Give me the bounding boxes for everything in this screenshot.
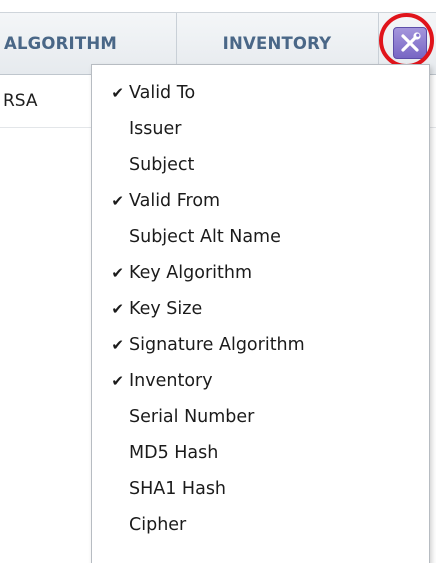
menu-item-label: Inventory [129,371,213,391]
menu-item-label: Key Algorithm [129,263,252,283]
menu-item-key-algorithm[interactable]: ✔ Key Algorithm [92,257,429,289]
menu-item-issuer[interactable]: Issuer [92,113,429,145]
checkmark-icon: ✔ [111,372,124,390]
menu-item-sha1-hash[interactable]: SHA1 Hash [92,473,429,505]
menu-item-subject-alt-name[interactable]: Subject Alt Name [92,221,429,253]
menu-item-label: Issuer [129,119,182,139]
menu-item-label: Subject Alt Name [129,227,281,247]
column-chooser-menu: ✔ Valid To Issuer Subject ✔ Valid From S… [91,64,430,563]
algorithm-cell: RSA [3,91,38,111]
menu-item-inventory[interactable]: ✔ Inventory [92,365,429,397]
menu-item-label: SHA1 Hash [129,479,227,499]
menu-item-label: Signature Algorithm [129,335,305,355]
checkmark-icon: ✔ [111,300,124,318]
checkmark-icon: ✔ [111,264,124,282]
menu-item-label: Key Size [129,299,203,319]
menu-item-valid-from[interactable]: ✔ Valid From [92,185,429,217]
column-settings-button[interactable] [393,27,427,59]
menu-item-subject[interactable]: Subject [92,149,429,181]
menu-item-md5-hash[interactable]: MD5 Hash [92,437,429,469]
menu-item-key-size[interactable]: ✔ Key Size [92,293,429,325]
menu-item-label: Subject [129,155,195,175]
menu-item-cipher[interactable]: Cipher [92,509,429,541]
menu-item-label: MD5 Hash [129,443,219,463]
menu-item-valid-to[interactable]: ✔ Valid To [92,77,429,109]
checkmark-icon: ✔ [111,192,124,210]
menu-item-label: Valid To [129,83,196,103]
checkmark-icon: ✔ [111,336,124,354]
menu-item-label: Serial Number [129,407,255,427]
menu-item-label: Valid From [129,191,221,211]
menu-item-label: Cipher [129,515,187,535]
certificate-table-screen: ALGORITHM INVENTORY RSA ✔ Valid To Issue… [0,0,436,563]
menu-item-signature-algorithm[interactable]: ✔ Signature Algorithm [92,329,429,361]
menu-item-serial-number[interactable]: Serial Number [92,401,429,433]
wrench-screwdriver-icon [401,32,421,52]
checkmark-icon: ✔ [111,84,124,102]
